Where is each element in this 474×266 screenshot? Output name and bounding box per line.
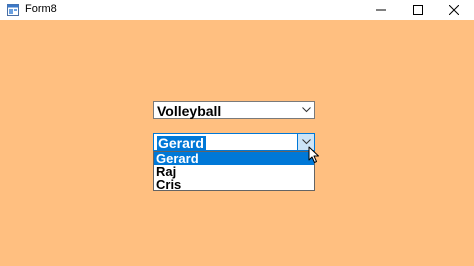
name-combobox-dropdown-list: Gerard Raj Cris — [153, 151, 315, 191]
name-combobox-value: Gerard — [157, 135, 206, 151]
maximize-icon — [413, 5, 423, 15]
close-button[interactable] — [434, 0, 474, 20]
winforms-form-icon — [7, 4, 19, 16]
close-icon — [449, 5, 459, 15]
maximize-button[interactable] — [398, 0, 438, 20]
window-title: Form8 — [25, 3, 57, 15]
chevron-down-icon — [301, 107, 311, 113]
mouse-pointer-icon — [308, 146, 319, 163]
chevron-down-icon — [301, 139, 311, 145]
app-window: Form8 Volleyball Gerard Gerard Raj Cris — [0, 0, 474, 266]
name-combobox[interactable]: Gerard — [153, 133, 315, 151]
dropdown-option-cris[interactable]: Cris — [154, 178, 314, 191]
minimize-icon — [376, 9, 386, 11]
form-client-area: Volleyball Gerard Gerard Raj Cris — [0, 20, 474, 266]
title-bar[interactable]: Form8 — [0, 0, 474, 20]
sport-combobox[interactable]: Volleyball — [153, 101, 315, 119]
minimize-button[interactable] — [361, 0, 401, 20]
sport-combobox-value: Volleyball — [157, 103, 222, 119]
sport-combobox-dropdown-button[interactable] — [298, 102, 314, 118]
dropdown-option-gerard[interactable]: Gerard — [154, 152, 314, 165]
